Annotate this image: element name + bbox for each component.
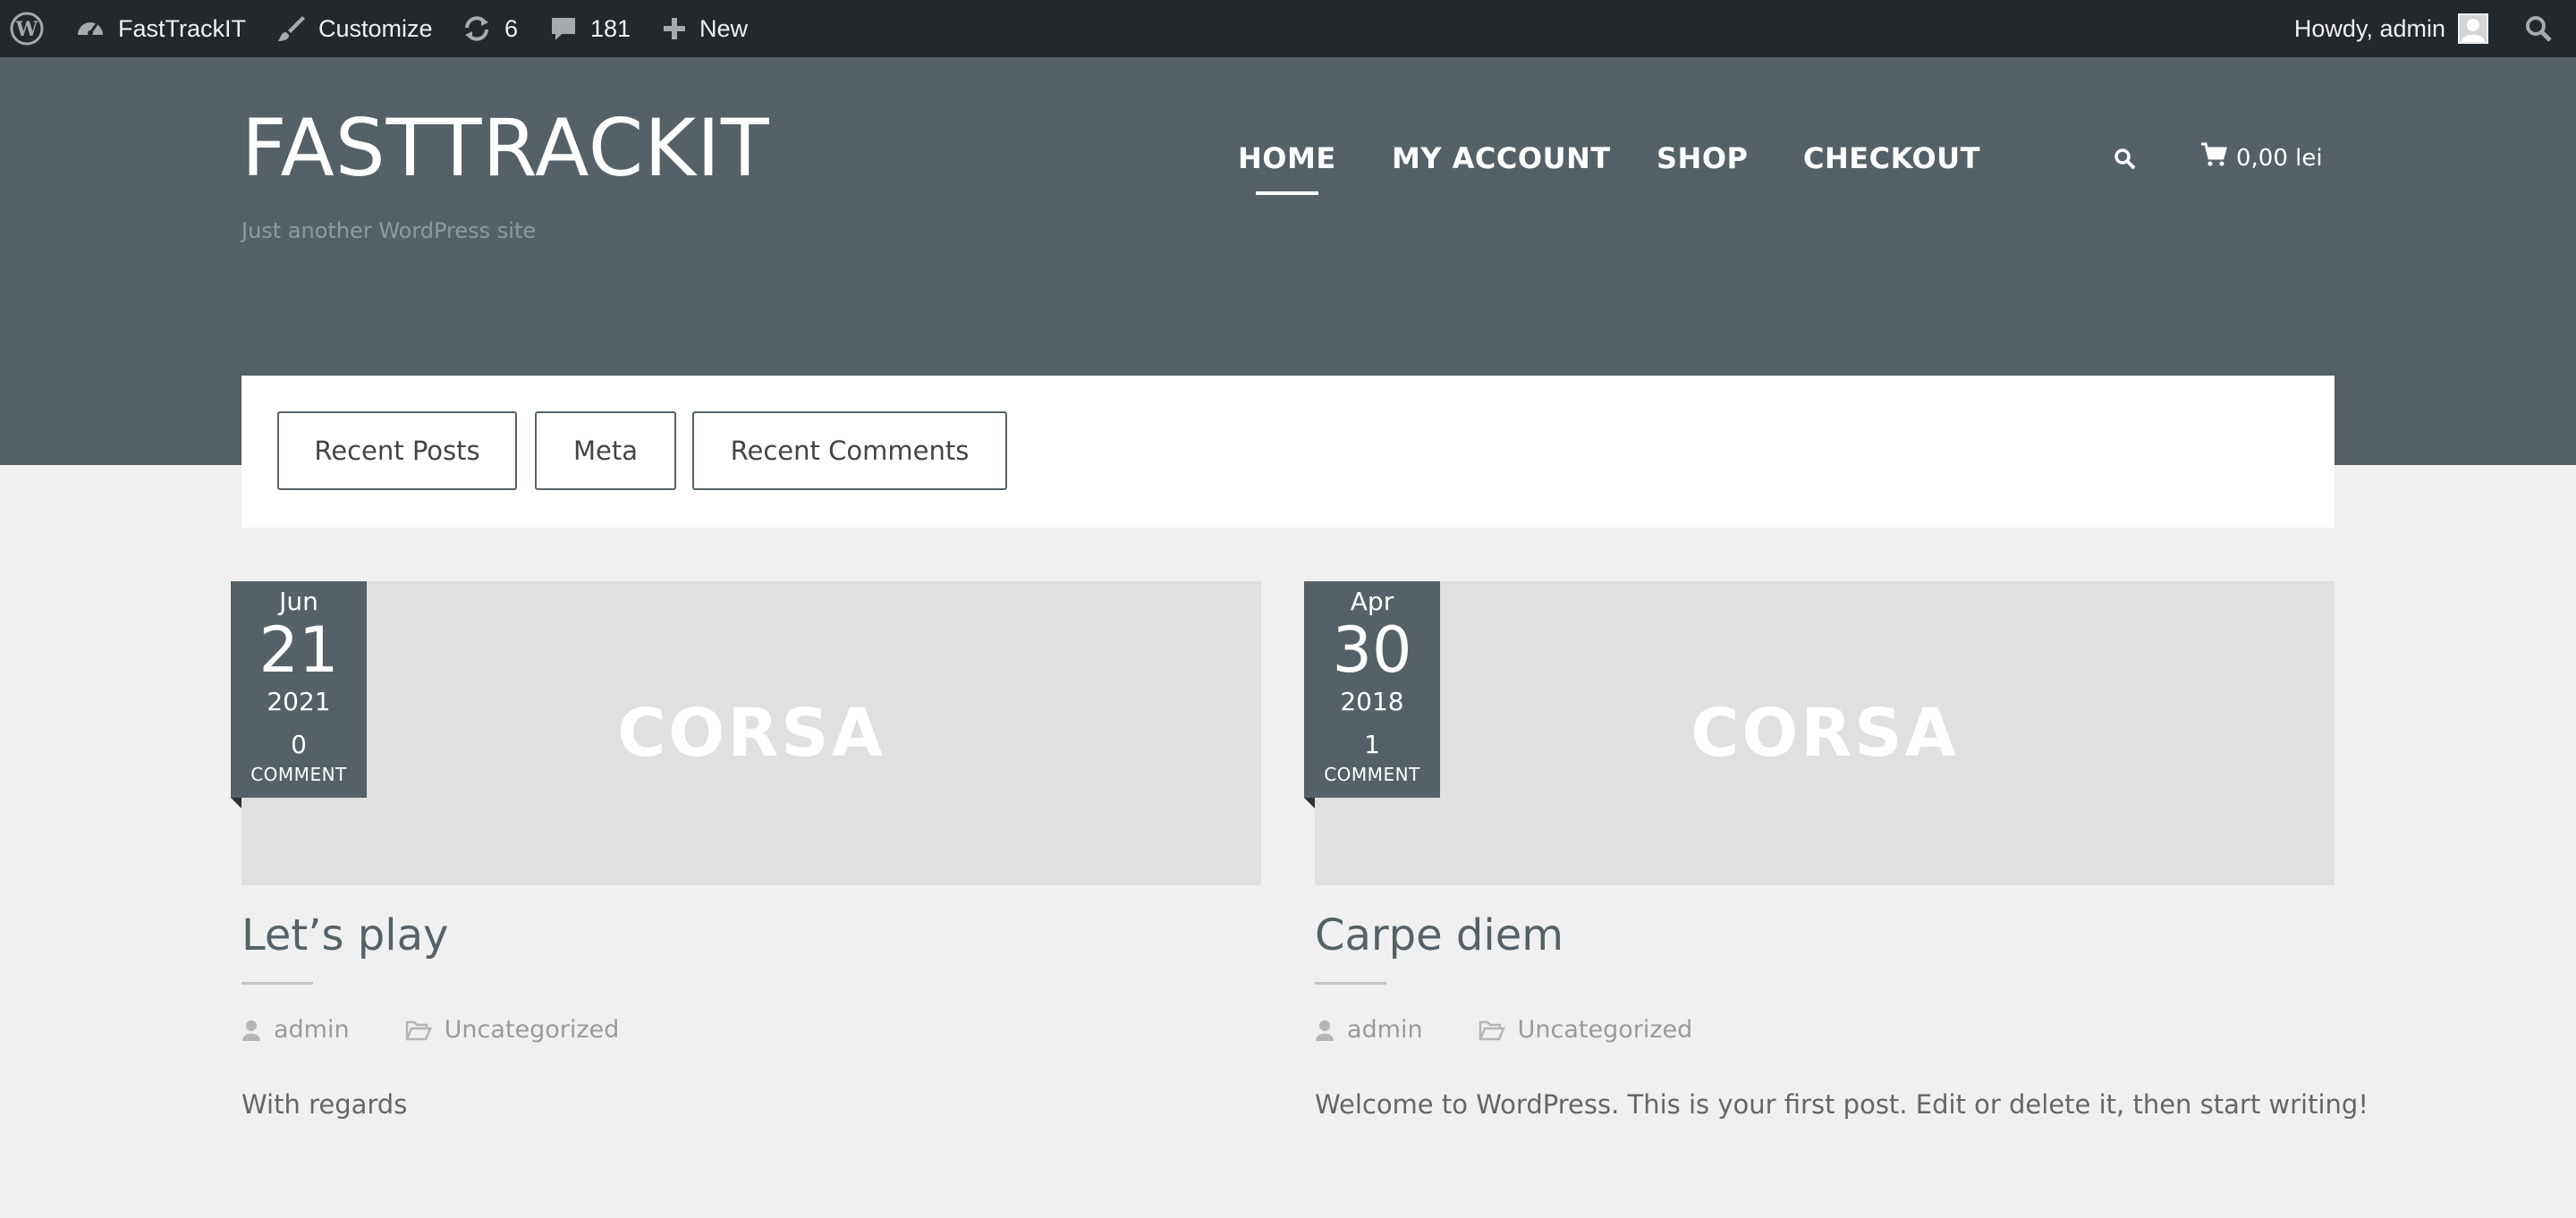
title-divider: [242, 982, 313, 985]
howdy-text: Howdy, admin: [2293, 14, 2445, 42]
post-author[interactable]: admin: [1315, 1016, 1423, 1044]
dashboard-icon: [75, 13, 106, 44]
tab-recent-comments[interactable]: Recent Comments: [692, 411, 1007, 490]
post-category[interactable]: Uncategorized: [404, 1016, 620, 1044]
wordpress-logo-icon: W: [9, 11, 45, 47]
tab-meta[interactable]: Meta: [535, 411, 676, 490]
nav-item-home[interactable]: HOME: [1238, 141, 1336, 195]
category-name: Uncategorized: [444, 1016, 620, 1044]
avatar: [2458, 13, 2488, 44]
title-divider: [1315, 982, 1386, 985]
date-year: 2021: [267, 687, 331, 716]
comment-count: 0: [291, 730, 307, 759]
post-meta: admin Uncategorized: [1315, 1016, 1748, 1044]
category-name: Uncategorized: [1517, 1016, 1693, 1044]
nav-item-shop[interactable]: SHOP: [1657, 141, 1748, 175]
date-day: 21: [258, 613, 339, 687]
account-menu[interactable]: Howdy, admin: [2294, 0, 2488, 57]
post-title[interactable]: Carpe diem: [1315, 910, 1563, 960]
header-cart-link[interactable]: 0,00 lei: [2200, 141, 2323, 174]
cart-total: 0,00 lei: [2236, 144, 2323, 172]
search-icon: [2114, 148, 2137, 174]
comment-count: 1: [1364, 730, 1380, 759]
post-date-badge: Apr 30 2018 1 COMMENT: [1304, 581, 1440, 808]
new-label: New: [699, 14, 749, 42]
folder-open-icon: [404, 1019, 432, 1041]
author-name: admin: [274, 1016, 350, 1044]
folder-open-icon: [1478, 1019, 1505, 1041]
site-description: Just another WordPress site: [242, 218, 537, 243]
post-meta: admin Uncategorized: [242, 1016, 674, 1044]
post-date-badge: Jun 21 2021 0 COMMENT: [231, 581, 367, 808]
customize-link[interactable]: Customize: [275, 0, 433, 57]
date-year: 2018: [1340, 687, 1404, 716]
comment-label: COMMENT: [250, 764, 347, 785]
admin-search-button[interactable]: [2513, 0, 2563, 57]
post-category[interactable]: Uncategorized: [1478, 1016, 1693, 1044]
updates-link[interactable]: 6: [462, 0, 518, 57]
post-author[interactable]: admin: [242, 1016, 350, 1044]
thumbnail-text: CORSA: [617, 695, 886, 772]
post-thumbnail[interactable]: CORSA: [1315, 581, 2334, 885]
new-content-link[interactable]: New: [662, 0, 748, 57]
site-title[interactable]: FASTTRACKIT: [242, 109, 770, 188]
post-excerpt: Welcome to WordPress. This is your first…: [1315, 1089, 2368, 1120]
updates-count: 6: [504, 14, 519, 42]
updates-icon: [462, 13, 492, 44]
date-month: Jun: [279, 587, 318, 616]
comments-link[interactable]: 181: [549, 0, 631, 57]
date-month: Apr: [1350, 587, 1394, 616]
site-name-link[interactable]: FastTrackIT: [75, 0, 246, 57]
cart-icon: [2200, 141, 2227, 174]
comment-bubble-icon: [549, 14, 578, 43]
plus-icon: [662, 16, 687, 41]
header-search-button[interactable]: [2111, 143, 2140, 179]
user-icon: [242, 1019, 261, 1041]
svg-text:W: W: [15, 18, 38, 41]
post-thumbnail[interactable]: CORSA: [242, 581, 1261, 885]
nav-item-checkout[interactable]: CHECKOUT: [1803, 141, 1980, 175]
tab-recent-posts[interactable]: Recent Posts: [277, 411, 517, 490]
admin-bar: W FastTrackIT Customize 6 181 New Howdy,…: [0, 0, 2576, 57]
comments-count: 181: [590, 14, 631, 42]
post-excerpt: With regards: [242, 1089, 408, 1120]
wordpress-logo-button[interactable]: W: [9, 0, 50, 57]
post-title[interactable]: Let’s play: [242, 910, 448, 960]
paintbrush-icon: [275, 13, 306, 44]
customize-label: Customize: [318, 14, 433, 42]
author-name: admin: [1347, 1016, 1423, 1044]
nav-item-my-account[interactable]: MY ACCOUNT: [1392, 141, 1611, 175]
date-day: 30: [1332, 613, 1412, 687]
site-name-label: FastTrackIT: [118, 14, 247, 42]
widget-tabs-bar: Recent Posts Meta Recent Comments: [242, 376, 2334, 528]
comment-label: COMMENT: [1324, 764, 1420, 785]
user-icon: [1315, 1019, 1335, 1041]
search-icon: [2524, 14, 2553, 43]
thumbnail-text: CORSA: [1690, 695, 1959, 772]
